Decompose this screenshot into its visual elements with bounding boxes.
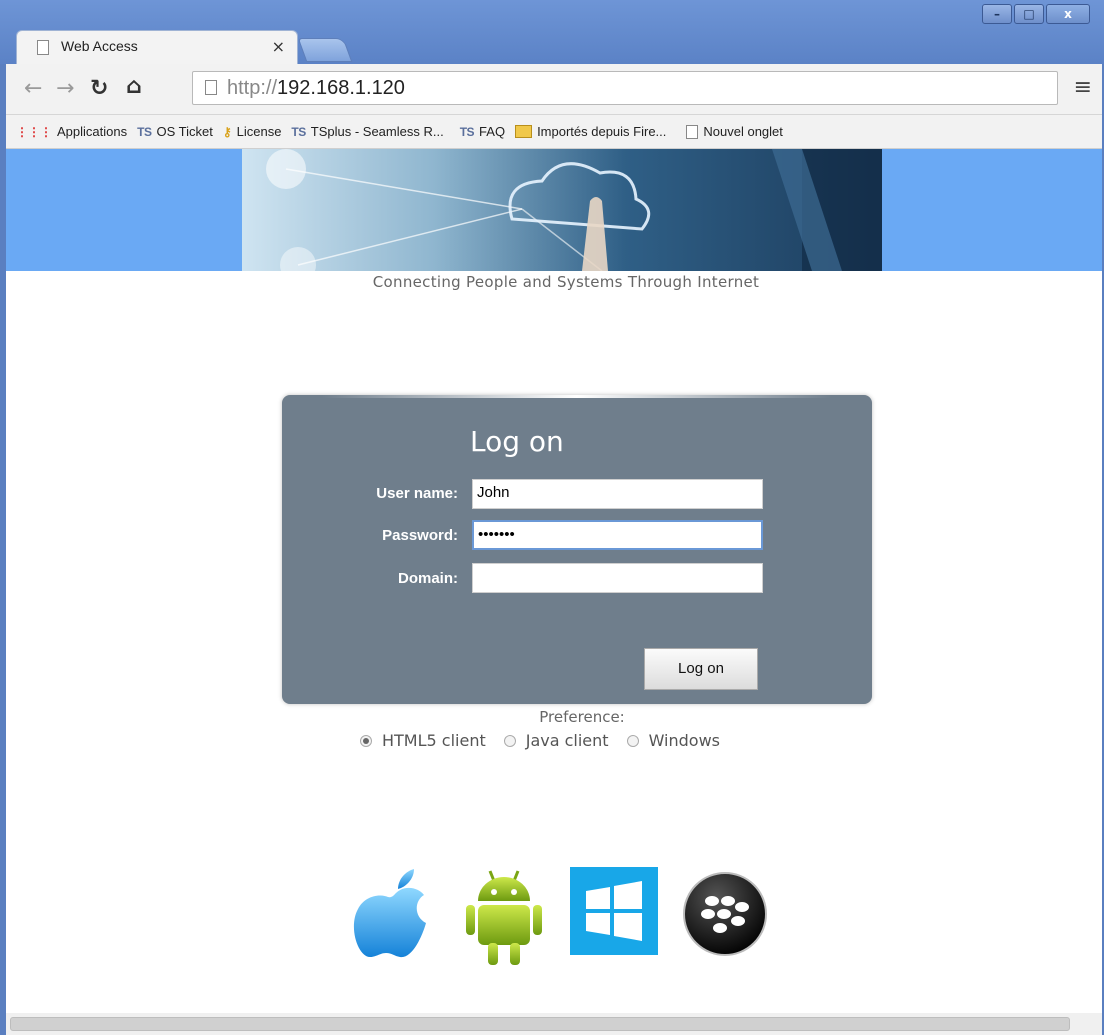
login-title: Log on xyxy=(470,425,564,458)
window-controls: – □ x xyxy=(980,4,1090,24)
reload-icon[interactable]: ↻ xyxy=(90,76,108,101)
windows-icon xyxy=(570,867,658,955)
bookmark-label: TSplus - Seamless R... xyxy=(310,124,444,139)
login-panel: Log on User name: John Password: •••••••… xyxy=(282,395,872,704)
bookmark-label: OS Ticket xyxy=(156,124,213,139)
password-label: Password: xyxy=(382,527,458,544)
bookmark-label: FAQ xyxy=(479,124,506,139)
tsplus-icon: TS xyxy=(459,124,475,139)
bookmark-imported-folder[interactable]: Importés depuis Fire... xyxy=(515,124,666,139)
page-icon xyxy=(205,80,217,95)
menu-icon[interactable]: ≡ xyxy=(1074,75,1092,100)
page-viewport: Connecting People and Systems Through In… xyxy=(6,149,1102,1013)
bookmark-applications[interactable]: ⋮⋮⋮ Applications xyxy=(16,124,127,139)
android-icon xyxy=(466,870,542,965)
page-icon xyxy=(37,40,49,55)
bookmark-faq[interactable]: TS FAQ xyxy=(460,124,505,139)
browser-toolbar: ← → ↻ ⌂ http://192.168.1.120 ≡ xyxy=(6,64,1102,115)
bookmark-license[interactable]: ⚷ License xyxy=(223,124,282,139)
bookmark-new-tab[interactable]: Nouvel onglet xyxy=(686,124,783,139)
bookmark-label: Applications xyxy=(57,124,128,139)
radio-unselected-icon[interactable] xyxy=(626,734,639,747)
radio-html5-client[interactable]: HTML5 client xyxy=(360,731,486,750)
page-icon xyxy=(686,124,699,139)
blackberry-icon xyxy=(683,872,767,956)
url-text: http://192.168.1.120 xyxy=(227,77,405,99)
home-icon[interactable]: ⌂ xyxy=(126,74,142,99)
password-field[interactable]: ••••••• xyxy=(472,520,763,550)
domain-field[interactable] xyxy=(472,563,763,593)
apple-icon xyxy=(353,869,426,958)
forward-arrow-icon[interactable]: → xyxy=(56,76,74,101)
tab-close-icon[interactable]: × xyxy=(272,37,285,56)
radio-label: HTML5 client xyxy=(382,731,486,750)
folder-icon xyxy=(515,125,533,138)
domain-label: Domain: xyxy=(398,570,458,587)
horizontal-scrollbar[interactable] xyxy=(6,1013,1102,1035)
client-preference-group: HTML5 client Java client Windows xyxy=(360,731,738,750)
tsplus-icon: TS xyxy=(291,124,306,139)
bookmarks-bar: ⋮⋮⋮ Applications TS OS Ticket ⚷ License … xyxy=(6,115,1102,149)
bookmark-label: Importés depuis Fire... xyxy=(537,124,667,139)
radio-windows[interactable]: Windows xyxy=(626,731,720,750)
back-arrow-icon[interactable]: ← xyxy=(24,76,42,101)
apps-grid-icon: ⋮⋮⋮ xyxy=(16,124,52,139)
maximize-button[interactable]: □ xyxy=(1014,4,1044,24)
new-tab-button[interactable] xyxy=(297,38,353,62)
browser-window: – □ x Web Access × ← → ↻ ⌂ http://192.16… xyxy=(0,0,1104,1035)
username-field[interactable]: John xyxy=(472,479,763,509)
bookmark-tsplus-seamless[interactable]: TS TSplus - Seamless R... xyxy=(291,124,443,139)
radio-unselected-icon[interactable] xyxy=(503,734,516,747)
address-bar[interactable]: http://192.168.1.120 xyxy=(192,71,1058,105)
header-banner xyxy=(6,149,1102,271)
logon-button[interactable]: Log on xyxy=(644,648,758,690)
title-bar: – □ x Web Access × xyxy=(0,0,1104,64)
tab-title: Web Access xyxy=(61,38,138,54)
tsplus-icon: TS xyxy=(137,124,152,139)
bookmark-label: Nouvel onglet xyxy=(703,124,783,139)
minimize-button[interactable]: – xyxy=(982,4,1012,24)
radio-label: Windows xyxy=(648,731,720,750)
cloud-network-illustration xyxy=(266,149,882,271)
preference-label: Preference: xyxy=(539,708,625,726)
tagline: Connecting People and Systems Through In… xyxy=(372,273,760,291)
scrollbar-thumb[interactable] xyxy=(10,1017,1070,1031)
close-window-button[interactable]: x xyxy=(1046,4,1090,24)
key-icon: ⚷ xyxy=(222,124,232,139)
username-label: User name: xyxy=(376,485,458,502)
bookmark-label: License xyxy=(236,124,282,139)
bookmark-os-ticket[interactable]: TS OS Ticket xyxy=(137,124,213,139)
banner-image xyxy=(242,149,882,271)
radio-label: Java client xyxy=(525,731,609,750)
radio-java-client[interactable]: Java client xyxy=(503,731,609,750)
radio-selected-icon[interactable] xyxy=(360,734,372,747)
browser-tab[interactable]: Web Access × xyxy=(16,30,298,64)
